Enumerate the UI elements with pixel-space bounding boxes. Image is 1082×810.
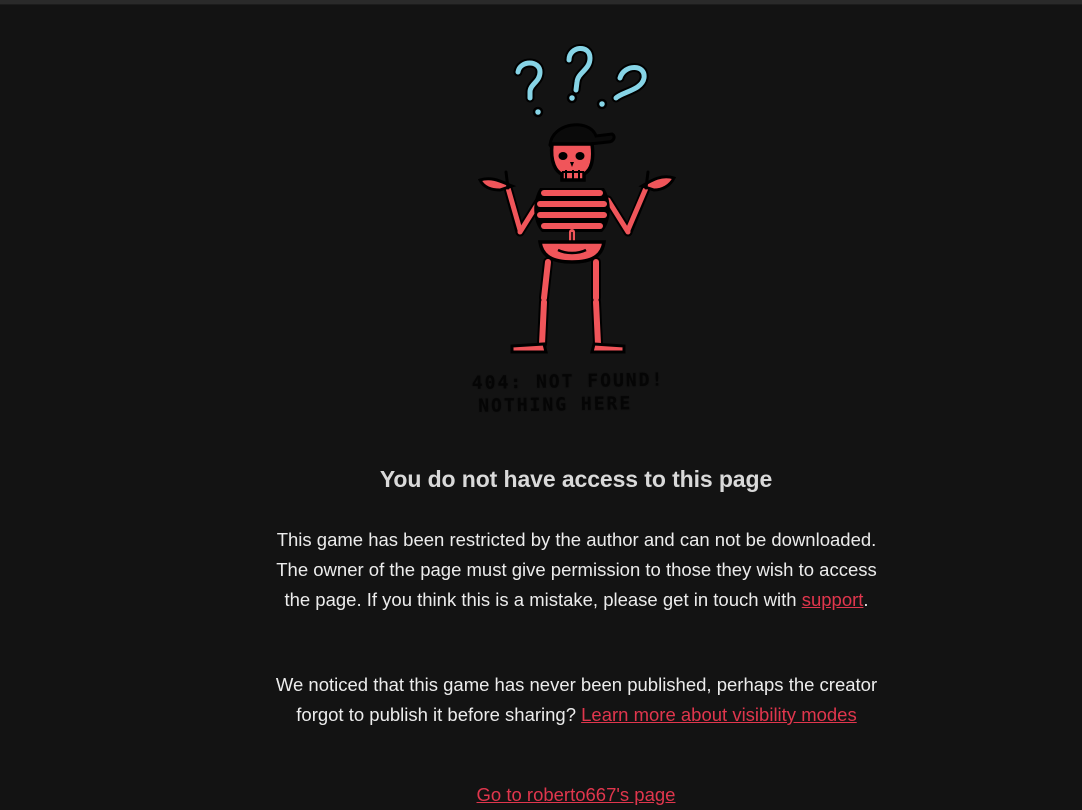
caption-line-2: NOTHING HERE: [478, 393, 633, 417]
page-title: You do not have access to this page: [379, 466, 773, 492]
skeleton-confused-icon: [477, 44, 677, 354]
restricted-notice: This game has been restricted by the aut…: [264, 525, 889, 615]
access-denied-page: 404: NOT FOUND! NOTHING HERE You do not …: [0, 0, 1082, 805]
unpublished-notice: We noticed that this game has never been…: [264, 670, 889, 730]
not-found-caption: 404: NOT FOUND! NOTHING HERE: [472, 368, 693, 418]
restricted-notice-text: This game has been restricted by the aut…: [276, 529, 877, 610]
creator-link-row: Go to roberto667's page: [0, 780, 1082, 810]
restricted-notice-end: .: [863, 589, 869, 610]
support-link[interactable]: support: [802, 589, 864, 610]
caption-line-1: 404: NOT FOUND!: [471, 369, 665, 394]
visibility-modes-link[interactable]: Learn more about visibility modes: [581, 704, 857, 725]
